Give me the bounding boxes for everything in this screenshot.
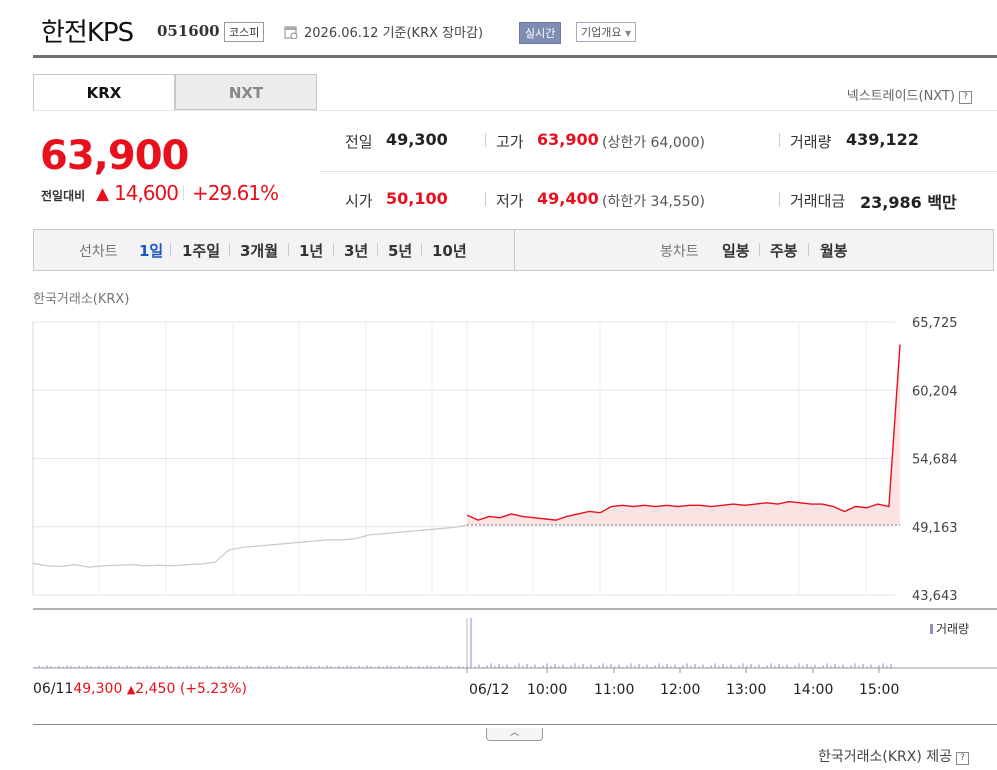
stock-code: 051600 [157, 22, 220, 40]
period-5y[interactable]: 5년 [388, 240, 412, 261]
period-1y[interactable]: 1년 [299, 240, 323, 261]
current-price: 63,900 [40, 133, 189, 179]
period-separator [421, 243, 422, 256]
chevron-up-icon: ︿ [509, 728, 519, 738]
period-1w[interactable]: 1주일 [182, 240, 220, 261]
company-info-label: 기업개요 [581, 26, 622, 39]
prev-close-label: 전일 [345, 133, 373, 151]
amount-number: 23,986 [860, 193, 922, 212]
realtime-button[interactable]: 실시간 [519, 22, 562, 44]
period-10y[interactable]: 10년 [432, 240, 467, 261]
period-3y[interactable]: 3년 [344, 240, 368, 261]
open-value: 50,100 [386, 189, 448, 208]
x-tick-label: 15:00 [859, 682, 899, 698]
period-daily-candle[interactable]: 일봉 [722, 240, 750, 261]
period-1d[interactable]: 1일 [139, 240, 163, 261]
high-label: 고가 [496, 133, 524, 151]
y-tick-label: 60,204 [912, 384, 958, 399]
stats-divider [320, 171, 997, 172]
period-separator [333, 243, 334, 256]
provider-label: 한국거래소(KRX) 제공 [817, 749, 952, 765]
period-separator [377, 243, 378, 256]
stat-separator [485, 192, 486, 206]
amount-unit: 백만 [927, 193, 957, 212]
prev-day-close: 49,300 [73, 681, 123, 697]
period-bar-divider [514, 229, 515, 271]
period-monthly-candle[interactable]: 월봉 [820, 240, 848, 261]
x-tick-label: 10:00 [527, 682, 567, 698]
amount-value: 23,986 백만 [860, 189, 957, 213]
prev-day-line [32, 524, 468, 568]
up-arrow-icon: ▲ [126, 683, 136, 696]
high-value: 63,900 [537, 130, 599, 149]
period-separator [288, 243, 289, 256]
period-separator [170, 243, 171, 256]
x-tick-label: 12:00 [660, 682, 700, 698]
tab-nxt[interactable]: NXT [175, 74, 317, 110]
volume-legend-label: 거래량 [936, 622, 970, 636]
y-tick-label: 54,684 [912, 453, 958, 468]
caret-down-icon: ▼ [624, 29, 632, 38]
period-separator [759, 243, 760, 256]
company-name: 한전KPS [41, 18, 134, 48]
volume-legend-swatch [930, 624, 933, 634]
change-separator [183, 186, 184, 200]
y-tick-label: 49,163 [912, 521, 958, 536]
candle-chart-label: 봉차트 [660, 244, 699, 260]
period-separator [229, 243, 230, 256]
header-divider [33, 55, 997, 58]
nxt-link-label: 넥스트레이드(NXT) [846, 89, 955, 104]
volume-label: 거래량 [790, 133, 832, 151]
period-separator [808, 243, 809, 256]
volume-legend: 거래량 [930, 620, 969, 637]
upper-limit: (상한가 64,000) [602, 135, 706, 151]
prev-day-rate: (+5.23%) [179, 681, 247, 697]
x-tick-label: 13:00 [726, 682, 766, 698]
change-value: 14,600 [114, 181, 179, 205]
x-tick-label: 11:00 [594, 682, 634, 698]
stat-separator [485, 133, 486, 147]
x-tick-label: 06/12 [469, 682, 509, 698]
date-text: 2026.06.12 기준(KRX 장마감) [304, 26, 484, 41]
period-3m[interactable]: 3개월 [240, 240, 278, 261]
lower-limit: (하한가 34,550) [602, 194, 706, 210]
low-value: 49,400 [537, 189, 599, 208]
tab-underline [33, 110, 997, 111]
change-rate: +29.61% [192, 181, 279, 205]
line-chart-label: 선차트 [79, 244, 118, 260]
change-label: 전일대비 [41, 189, 86, 203]
y-tick-label: 65,725 [912, 316, 958, 331]
tab-krx[interactable]: KRX [33, 74, 175, 110]
today-area [467, 344, 900, 526]
nxt-link[interactable]: 넥스트레이드(NXT)? [847, 85, 972, 104]
volume-value: 439,122 [846, 130, 919, 149]
market-badge: 코스피 [224, 22, 265, 42]
prev-day-summary: 06/1149,300 ▲2,450 (+5.23%) [33, 681, 247, 697]
period-weekly-candle[interactable]: 주봉 [770, 240, 798, 261]
prev-day-change: 2,450 [135, 681, 176, 697]
calendar-icon [284, 26, 298, 39]
y-tick-label: 43,643 [912, 589, 958, 604]
amount-label: 거래대금 [790, 192, 846, 210]
price-chart[interactable]: 65,725 60,204 54,684 49,163 43,643 06/12 10:00… [0, 300, 997, 720]
prev-day-date: 06/11 [33, 681, 74, 697]
low-label: 저가 [496, 192, 524, 210]
bottom-divider [33, 724, 997, 725]
company-info-button[interactable]: 기업개요 ▼ [576, 22, 637, 42]
open-label: 시가 [345, 192, 373, 210]
today-price-line [466, 344, 901, 521]
up-arrow-icon: ▲ [96, 184, 110, 204]
x-tick-label: 14:00 [793, 682, 833, 698]
help-icon[interactable]: ? [959, 91, 972, 104]
provider-text: 한국거래소(KRX) 제공? [818, 746, 969, 766]
stat-separator [779, 192, 780, 206]
help-icon[interactable]: ? [956, 752, 969, 765]
prev-close-value: 49,300 [386, 130, 448, 149]
stat-separator [779, 133, 780, 147]
collapse-button[interactable]: ︿ [486, 728, 543, 741]
